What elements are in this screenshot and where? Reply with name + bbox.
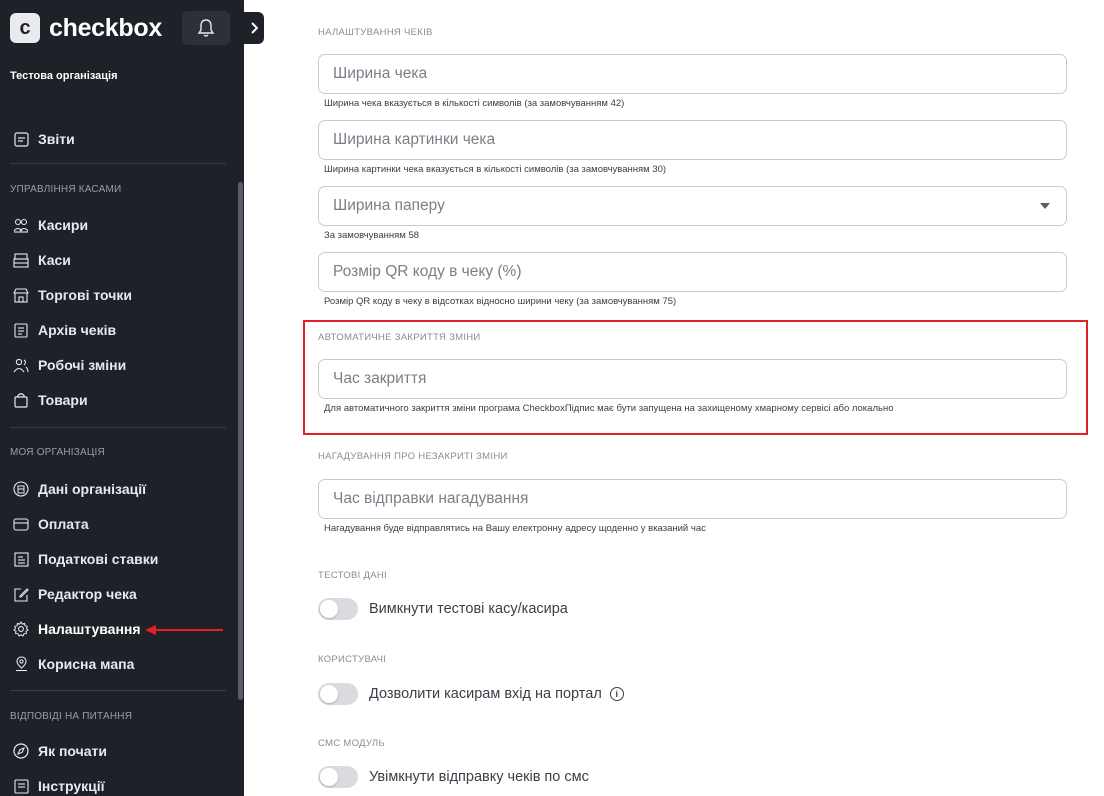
section-title-receipt-settings: НАЛАШТУВАННЯ ЧЕКІВ	[318, 27, 433, 38]
qr-size-hint: Розмір QR коду в чеку в відсотках віднос…	[324, 296, 677, 307]
sidebar-item-label: Архів чеків	[38, 322, 117, 338]
app: c checkbox Тестова організація Звіти УПР…	[0, 0, 1104, 796]
users-toggle-row: Дозволити касирам вхід на портал i	[318, 683, 624, 705]
sidebar-item-label: Оплата	[38, 516, 89, 532]
receipt-image-width-hint: Ширина картинки чека вказується в кілько…	[324, 164, 667, 175]
chevron-down-icon	[1040, 203, 1050, 209]
sidebar-item-label: Корисна мапа	[38, 656, 135, 672]
auto-close-hint: Для автоматичного закриття зміни програм…	[324, 403, 894, 414]
sidebar-item-shifts[interactable]: Робочі зміни	[12, 355, 126, 375]
organization-name[interactable]: Тестова організація	[10, 70, 118, 82]
receipt-width-hint: Ширина чека вказується в кількості симво…	[324, 98, 625, 109]
chevron-right-icon	[251, 22, 258, 34]
field-placeholder: Ширина паперу	[333, 197, 445, 214]
sidebar-item-label: Касири	[38, 217, 89, 233]
section-title-cash: УПРАВЛІННЯ КАСАМИ	[10, 184, 122, 195]
report-icon	[12, 130, 30, 148]
sidebar-item-label: Торгові точки	[38, 287, 132, 303]
edit-icon	[12, 585, 30, 603]
sidebar-item-registers[interactable]: Каси	[12, 250, 71, 270]
reminder-time-input[interactable]: Час відправки нагадування	[318, 479, 1067, 519]
collapse-sidebar-button[interactable]	[244, 12, 264, 44]
sidebar-item-label: Як почати	[38, 743, 107, 759]
sidebar-item-label: Звіти	[38, 131, 75, 147]
sidebar-item-org-data[interactable]: Дані організації	[12, 479, 146, 499]
sidebar-scrollbar[interactable]	[238, 182, 243, 700]
divider	[10, 427, 226, 428]
section-title-test-data: ТЕСТОВІ ДАНІ	[318, 570, 387, 581]
sidebar-item-goods[interactable]: Товари	[12, 390, 88, 410]
people-icon	[12, 356, 30, 374]
section-title-reminder: НАГАДУВАННЯ ПРО НЕЗАКРИТІ ЗМІНИ	[318, 451, 508, 462]
sidebar-item-payment[interactable]: Оплата	[12, 514, 89, 534]
logo[interactable]: c checkbox	[10, 10, 162, 46]
building-icon	[12, 480, 30, 498]
field-placeholder: Розмір QR коду в чеку (%)	[333, 263, 522, 280]
sidebar-item-reports[interactable]: Звіти	[12, 129, 75, 149]
section-title-users: КОРИСТУВАЧІ	[318, 654, 387, 665]
sms-toggle[interactable]	[318, 766, 358, 788]
notifications-button[interactable]	[182, 11, 230, 45]
gear-icon	[12, 620, 30, 638]
info-icon[interactable]: i	[609, 687, 624, 701]
section-title-faq: ВІДПОВІДІ НА ПИТАННЯ	[10, 711, 133, 722]
highlight-arrow	[145, 625, 223, 635]
sidebar-item-label: Податкові ставки	[38, 551, 159, 567]
qr-size-input[interactable]: Розмір QR коду в чеку (%)	[318, 252, 1067, 292]
field-placeholder: Ширина чека	[333, 65, 428, 82]
field-placeholder: Ширина картинки чека	[333, 131, 496, 148]
cashier-portal-toggle-label: Дозволити касирам вхід на портал	[369, 686, 602, 702]
sidebar-item-start[interactable]: Як почати	[12, 741, 107, 761]
test-data-toggle-row: Вимкнути тестові касу/касира	[318, 598, 568, 620]
paper-width-select[interactable]: Ширина паперу	[318, 186, 1067, 226]
settings-content: НАЛАШТУВАННЯ ЧЕКІВ Ширина чека Ширина че…	[264, 0, 1104, 796]
divider	[10, 690, 226, 691]
receipt-width-input[interactable]: Ширина чека	[318, 54, 1067, 94]
sidebar-item-label: Каси	[38, 252, 71, 268]
sidebar-item-settings[interactable]: Налаштування	[12, 619, 141, 639]
receipt-icon	[12, 321, 30, 339]
receipt-image-width-input[interactable]: Ширина картинки чека	[318, 120, 1067, 160]
sidebar-item-label: Товари	[38, 392, 88, 408]
sidebar-item-tax[interactable]: Податкові ставки	[12, 549, 158, 569]
divider	[10, 163, 226, 164]
bell-icon	[197, 19, 215, 37]
bag-icon	[12, 391, 30, 409]
compass-icon	[12, 742, 30, 760]
field-placeholder: Час закриття	[333, 370, 427, 387]
section-title-auto-close: АВТОМАТИЧНЕ ЗАКРИТТЯ ЗМІНИ	[318, 332, 481, 343]
map-pin-icon	[12, 655, 30, 673]
sidebar-item-cashiers[interactable]: Касири	[12, 215, 88, 235]
logo-text: checkbox	[49, 13, 162, 42]
tax-icon	[12, 550, 30, 568]
sidebar-item-label: Робочі зміни	[38, 357, 127, 373]
test-data-toggle[interactable]	[318, 598, 358, 620]
sidebar-item-editor[interactable]: Редактор чека	[12, 584, 137, 604]
card-icon	[12, 515, 30, 533]
paper-width-hint: За замовчуванням 58	[324, 230, 420, 241]
section-title-org: МОЯ ОРГАНІЗАЦІЯ	[10, 447, 105, 458]
logo-badge: c	[10, 13, 40, 43]
sidebar-item-label: Редактор чека	[38, 586, 137, 602]
document-icon	[12, 777, 30, 795]
sidebar-item-label: Дані організації	[38, 481, 147, 497]
close-time-input[interactable]: Час закриття	[318, 359, 1067, 399]
sms-toggle-row: Увімкнути відправку чеків по смс	[318, 766, 589, 788]
reminder-hint: Нагадування буде відправлятись на Вашу е…	[324, 523, 706, 534]
sidebar-item-label: Налаштування	[38, 621, 141, 637]
sidebar: c checkbox Тестова організація Звіти УПР…	[0, 0, 244, 796]
section-title-sms: СМС МОДУЛЬ	[318, 738, 385, 749]
test-data-toggle-label: Вимкнути тестові касу/касира	[369, 601, 568, 617]
sidebar-item-instructions[interactable]: Інструкції	[12, 776, 105, 796]
register-icon	[12, 251, 30, 269]
field-placeholder: Час відправки нагадування	[333, 490, 529, 507]
users-icon	[12, 216, 30, 234]
sidebar-item-label: Інструкції	[38, 778, 105, 794]
sidebar-item-archive[interactable]: Архів чеків	[12, 320, 116, 340]
sidebar-item-points[interactable]: Торгові точки	[12, 285, 132, 305]
cashier-portal-toggle[interactable]	[318, 683, 358, 705]
sms-toggle-label: Увімкнути відправку чеків по смс	[369, 769, 589, 785]
store-icon	[12, 286, 30, 304]
sidebar-item-map[interactable]: Корисна мапа	[12, 654, 134, 674]
